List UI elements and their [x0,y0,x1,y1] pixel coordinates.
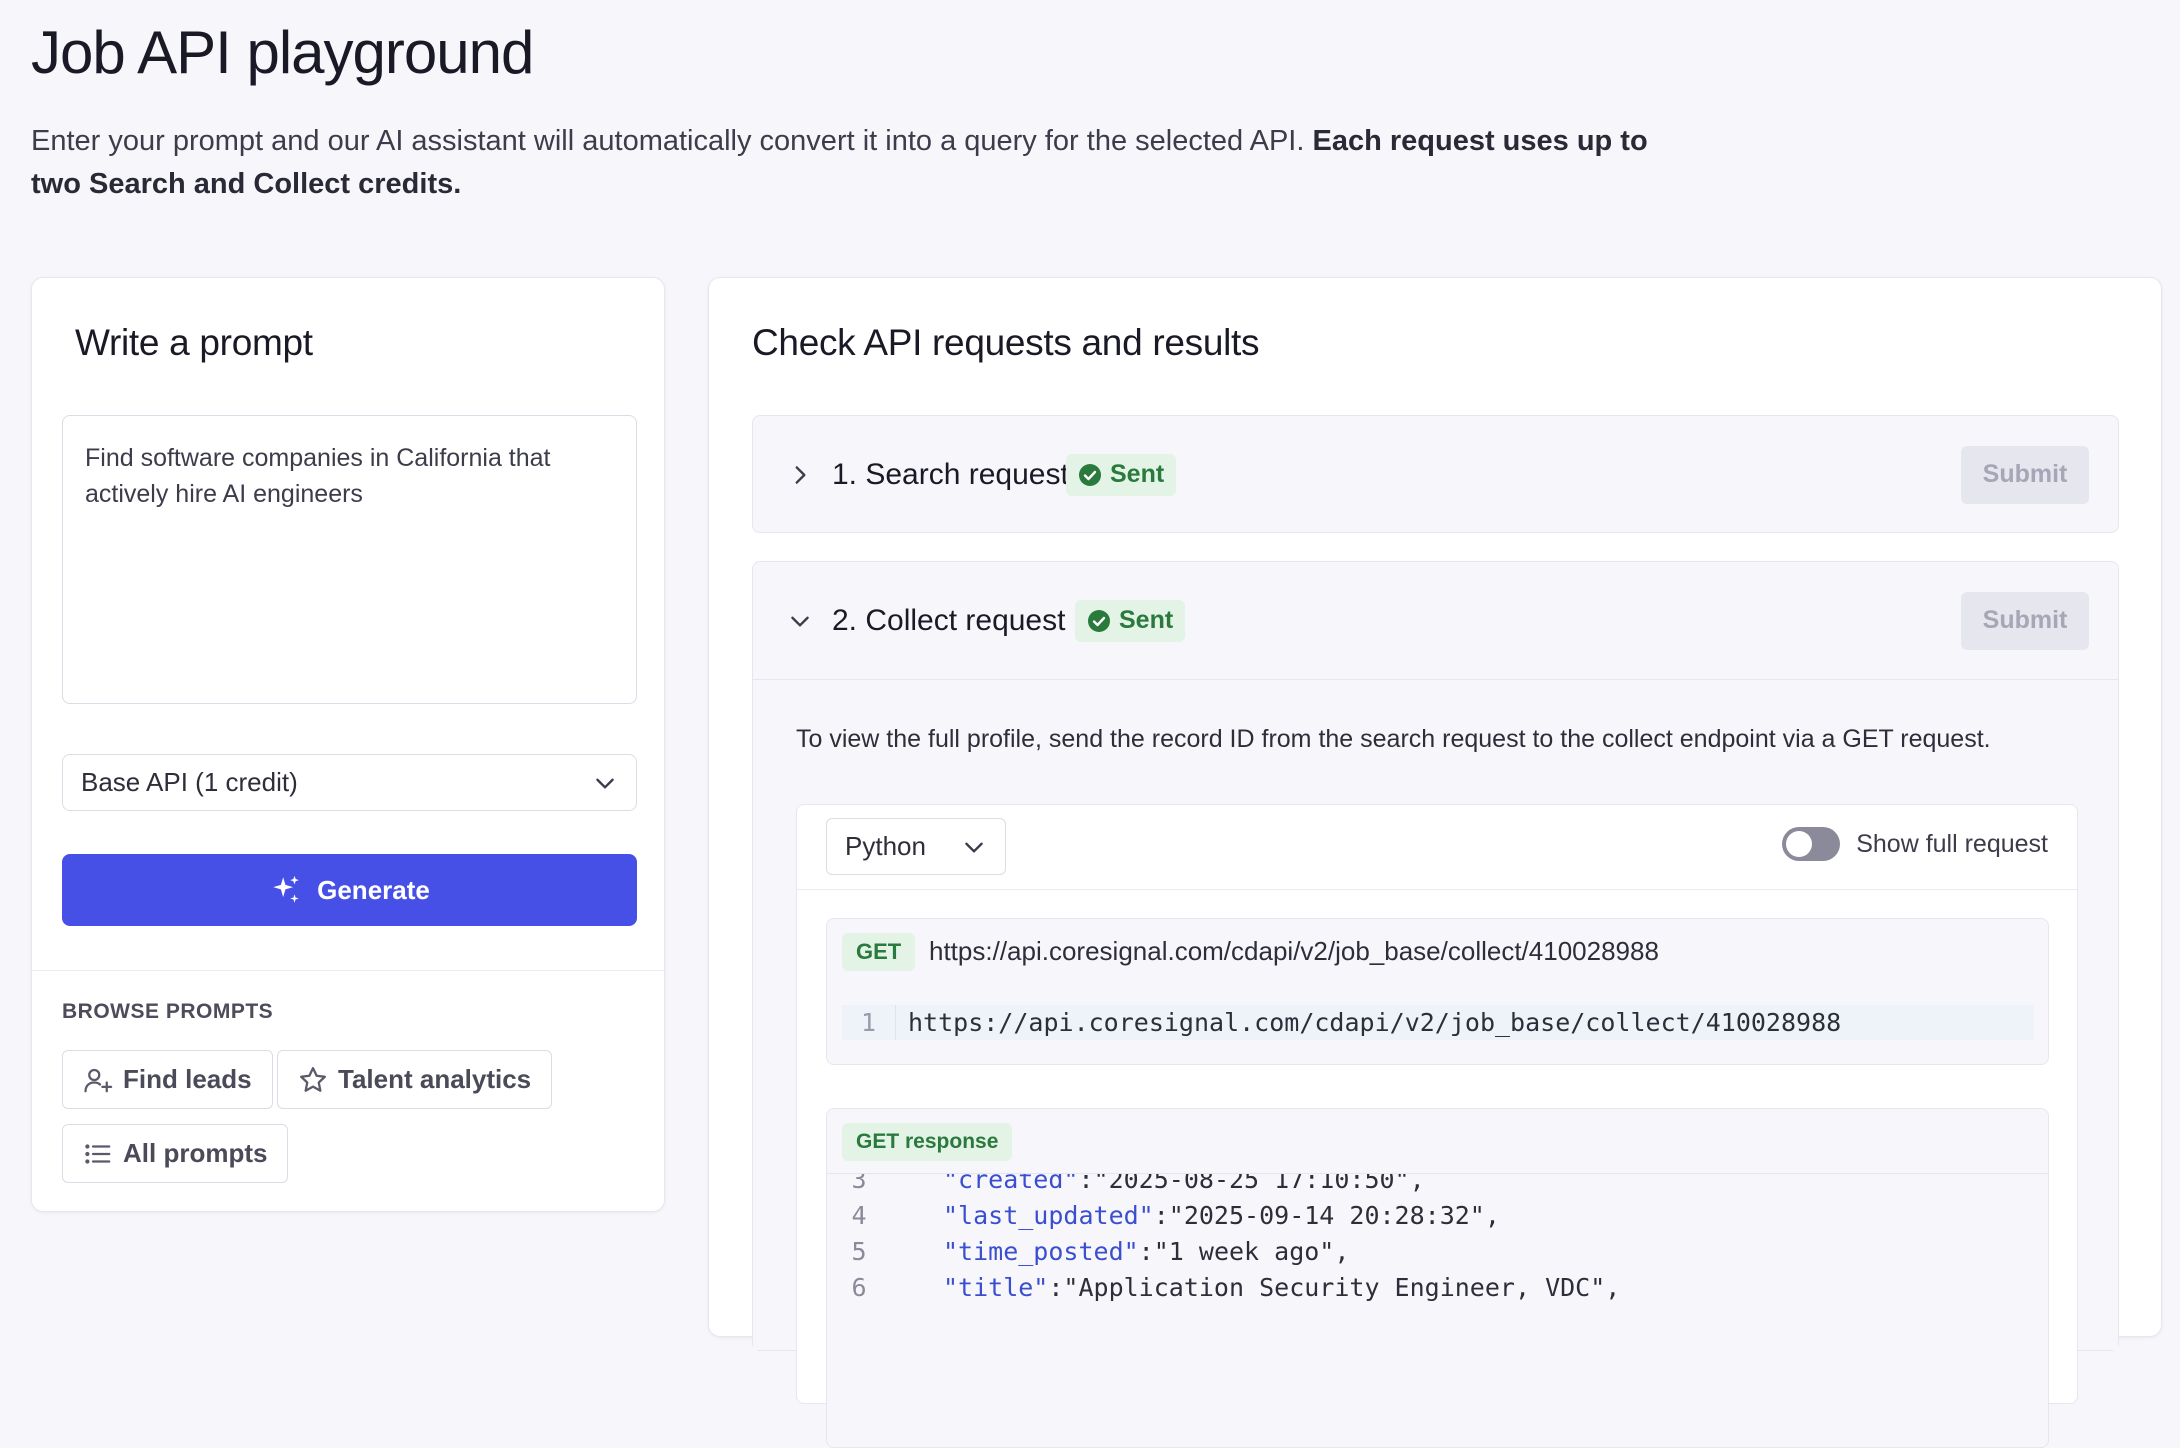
check-circle-icon [1088,609,1110,632]
status-badge: Sent [1075,599,1186,642]
list-icon [85,1143,111,1164]
toggle-knob [1786,831,1813,857]
intro-text: Enter your prompt and our AI assistant w… [31,125,1305,157]
star-icon [300,1066,326,1092]
api-select[interactable]: Base API (1 credit) [62,754,637,811]
json-key: "title" [943,1272,1049,1302]
code-text: https://api.coresignal.com/cdapi/v2/job_… [908,1008,1842,1037]
chevron-right-icon [795,465,806,484]
code-panel: Python Show full request GET https://api… [796,804,2078,1448]
api-select-value: Base API (1 credit) [81,767,298,797]
show-full-request-toggle[interactable] [1782,827,1841,861]
language-value: Python [845,831,926,861]
collect-request-title: 2. Collect request [832,603,1066,637]
request-url: https://api.coresignal.com/cdapi/v2/job_… [929,936,1659,966]
collect-submit-button[interactable]: Submit [1961,591,2089,650]
collect-description: To view the full profile, send the recor… [796,725,1991,753]
json-colon: : [1153,1200,1169,1230]
chip-all-prompts[interactable]: All prompts [62,1124,289,1183]
browse-prompts-label: BROWSE PROMPTS [62,1000,274,1023]
chevron-down-icon [596,778,614,789]
search-submit-button[interactable]: Submit [1961,445,2089,504]
line-number: 4 [851,1200,867,1230]
response-divider [827,1173,2048,1174]
chip-talent-analytics[interactable]: Talent analytics [277,1050,553,1109]
response-line: 5 "time_posted": "1 week ago", [827,1233,2048,1269]
generate-label: Generate [317,874,430,905]
json-key: "last_updated" [943,1200,1154,1230]
json-value: "2025-09-14 20:28:32", [1168,1200,1500,1230]
status-text: Sent [1119,606,1174,634]
json-value: "1 week ago", [1153,1236,1350,1266]
response-badge: GET response [842,1123,1013,1161]
prompt-card-title: Write a prompt [75,322,313,363]
status-badge: Sent [1066,453,1177,496]
user-plus-icon [84,1068,113,1092]
response-block[interactable]: 3 "created": "2025-08-25 17:10:50", 4 "l… [826,1108,2049,1448]
json-colon: : [1048,1272,1064,1302]
check-circle-icon [1079,463,1101,486]
line-number: 1 [842,1005,896,1040]
line-number: 6 [851,1272,867,1302]
search-request-title: 1. Search request [832,457,1069,491]
method-badge: GET [842,933,916,971]
status-text: Sent [1110,460,1165,488]
prompt-card: Write a prompt Find software companies i… [31,277,665,1212]
left-divider [32,970,664,971]
collect-request-body: To view the full profile, send the recor… [753,679,2118,1448]
chevron-down-icon [965,842,983,853]
json-key: "time_posted" [943,1236,1139,1266]
page-intro: Enter your prompt and our AI assistant w… [31,120,1691,206]
chevron-down-icon [791,616,809,627]
json-colon: : [1138,1236,1154,1266]
chip-label: Find leads [123,1064,252,1094]
search-request-header[interactable]: 1. Search request Sent Submit [753,416,2118,533]
response-line: 6 "title": "Application Security Enginee… [827,1269,2048,1305]
page-title: Job API playground [31,19,534,86]
language-select[interactable]: Python [826,818,1006,875]
line-number: 5 [851,1236,867,1266]
response-code: 3 "created": "2025-08-25 17:10:50", 4 "l… [827,1165,2048,1305]
code-divider [797,889,2077,890]
chip-label: All prompts [123,1138,268,1168]
chip-find-leads[interactable]: Find leads [62,1050,273,1109]
json-value: "Application Security Engineer, VDC", [1063,1272,1621,1302]
prompt-textarea[interactable]: Find software companies in California th… [62,415,637,704]
generate-button[interactable]: Generate [62,854,637,926]
chip-label: Talent analytics [338,1064,532,1094]
sparkles-icon [273,875,299,903]
search-request-accordion: 1. Search request Sent Submit [752,415,2119,533]
response-line: 4 "last_updated": "2025-09-14 20:28:32", [827,1197,2048,1233]
code-line[interactable]: 1 https://api.coresignal.com/cdapi/v2/jo… [842,1005,2034,1040]
show-full-request-control: Show full request [1782,827,2048,861]
results-card: Check API requests and results 1. Search… [708,277,2162,1448]
request-block: GET https://api.coresignal.com/cdapi/v2/… [826,918,2049,1065]
collect-request-accordion: 2. Collect request Sent Submit To view t… [752,561,2119,1448]
collect-request-header[interactable]: 2. Collect request Sent Submit [753,562,2118,679]
results-card-title: Check API requests and results [752,322,1260,363]
toggle-label: Show full request [1856,829,2048,858]
response-header: GET response [827,1109,2048,1173]
